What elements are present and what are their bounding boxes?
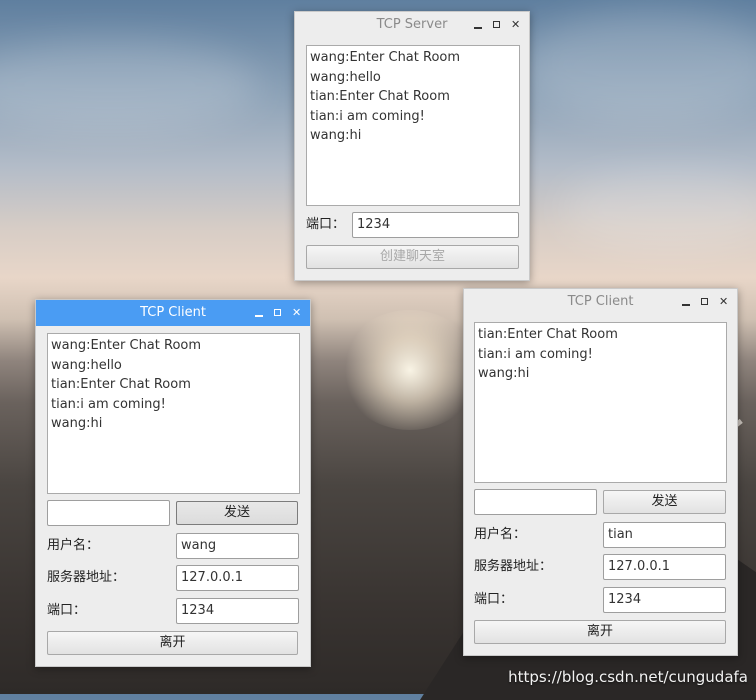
client-tian-leave-button[interactable]: 离开 — [474, 620, 726, 644]
server-chat-log[interactable]: wang:Enter Chat Room wang:hello tian:Ent… — [306, 45, 520, 206]
client-wang-username-input[interactable]: wang — [176, 533, 299, 559]
client-tian-port-label: 端口： — [474, 592, 514, 607]
maximize-icon[interactable] — [700, 297, 710, 307]
client-wang-chat-log[interactable]: wang:Enter Chat Room wang:hello tian:Ent… — [47, 333, 300, 494]
client-wang-server-label: 服务器地址： — [47, 570, 126, 585]
chat-message: tian:Enter Chat Room — [478, 327, 618, 342]
client-wang-username-label: 用户名： — [47, 538, 100, 553]
chat-message: tian:Enter Chat Room — [310, 89, 450, 104]
server-port-label: 端口： — [306, 217, 346, 232]
chat-message: wang:hi — [310, 128, 362, 143]
chat-message: wang:hello — [51, 357, 122, 373]
client-wang-window-title: TCP Client — [140, 305, 206, 320]
create-chatroom-button[interactable]: 创建聊天室 — [306, 245, 519, 269]
tcp-client-window-wang: TCP Client wang:Enter Chat Room wang:hel… — [35, 299, 311, 667]
chat-message: wang:hi — [478, 366, 530, 381]
minimize-icon[interactable] — [681, 297, 691, 307]
client-tian-port-input[interactable]: 1234 — [603, 587, 726, 613]
client-wang-message-input[interactable] — [47, 500, 170, 526]
minimize-icon[interactable] — [473, 20, 483, 30]
chat-message: tian:i am coming! — [478, 346, 593, 362]
client-tian-server-label: 服务器地址： — [474, 559, 553, 574]
chat-message: wang:Enter Chat Room — [51, 338, 202, 353]
chat-message: wang:hello — [310, 69, 381, 85]
client-wang-server-input[interactable]: 127.0.0.1 — [176, 565, 299, 591]
client-tian-titlebar[interactable]: TCP Client — [464, 289, 737, 315]
chat-message: wang:Enter Chat Room — [310, 50, 461, 65]
chat-message: wang:hi — [51, 416, 103, 431]
tcp-server-window: TCP Server wang:Enter Chat Room wang:hel… — [294, 11, 530, 281]
tcp-client-window-tian: TCP Client tian:Enter Chat Room tian:i a… — [463, 288, 738, 656]
chat-message: tian:Enter Chat Room — [51, 377, 191, 392]
client-tian-send-button[interactable]: 发送 — [603, 490, 726, 514]
client-wang-port-label: 端口： — [47, 603, 87, 618]
client-wang-leave-button[interactable]: 离开 — [47, 631, 298, 655]
maximize-icon[interactable] — [273, 308, 283, 318]
client-wang-port-input[interactable]: 1234 — [176, 598, 299, 624]
client-tian-chat-log[interactable]: tian:Enter Chat Room tian:i am coming! w… — [474, 322, 727, 483]
client-wang-send-button[interactable]: 发送 — [176, 501, 298, 525]
minimize-icon[interactable] — [254, 308, 264, 318]
client-tian-window-title: TCP Client — [567, 294, 634, 309]
close-icon[interactable] — [292, 308, 302, 318]
watermark-url: https://blog.csdn.net/cungudafa — [508, 668, 748, 686]
client-tian-server-input[interactable]: 127.0.0.1 — [603, 554, 726, 580]
client-tian-username-label: 用户名： — [474, 527, 527, 542]
close-icon[interactable] — [511, 20, 521, 30]
server-titlebar[interactable]: TCP Server — [295, 12, 529, 38]
close-icon[interactable] — [719, 297, 729, 307]
client-tian-message-input[interactable] — [474, 489, 597, 515]
maximize-icon[interactable] — [492, 20, 502, 30]
client-tian-username-input[interactable]: tian — [603, 522, 726, 548]
chat-message: tian:i am coming! — [51, 396, 166, 412]
server-window-title: TCP Server — [376, 17, 448, 32]
server-port-input[interactable]: 1234 — [352, 212, 519, 238]
client-wang-titlebar[interactable]: TCP Client — [36, 300, 310, 326]
chat-message: tian:i am coming! — [310, 108, 425, 124]
